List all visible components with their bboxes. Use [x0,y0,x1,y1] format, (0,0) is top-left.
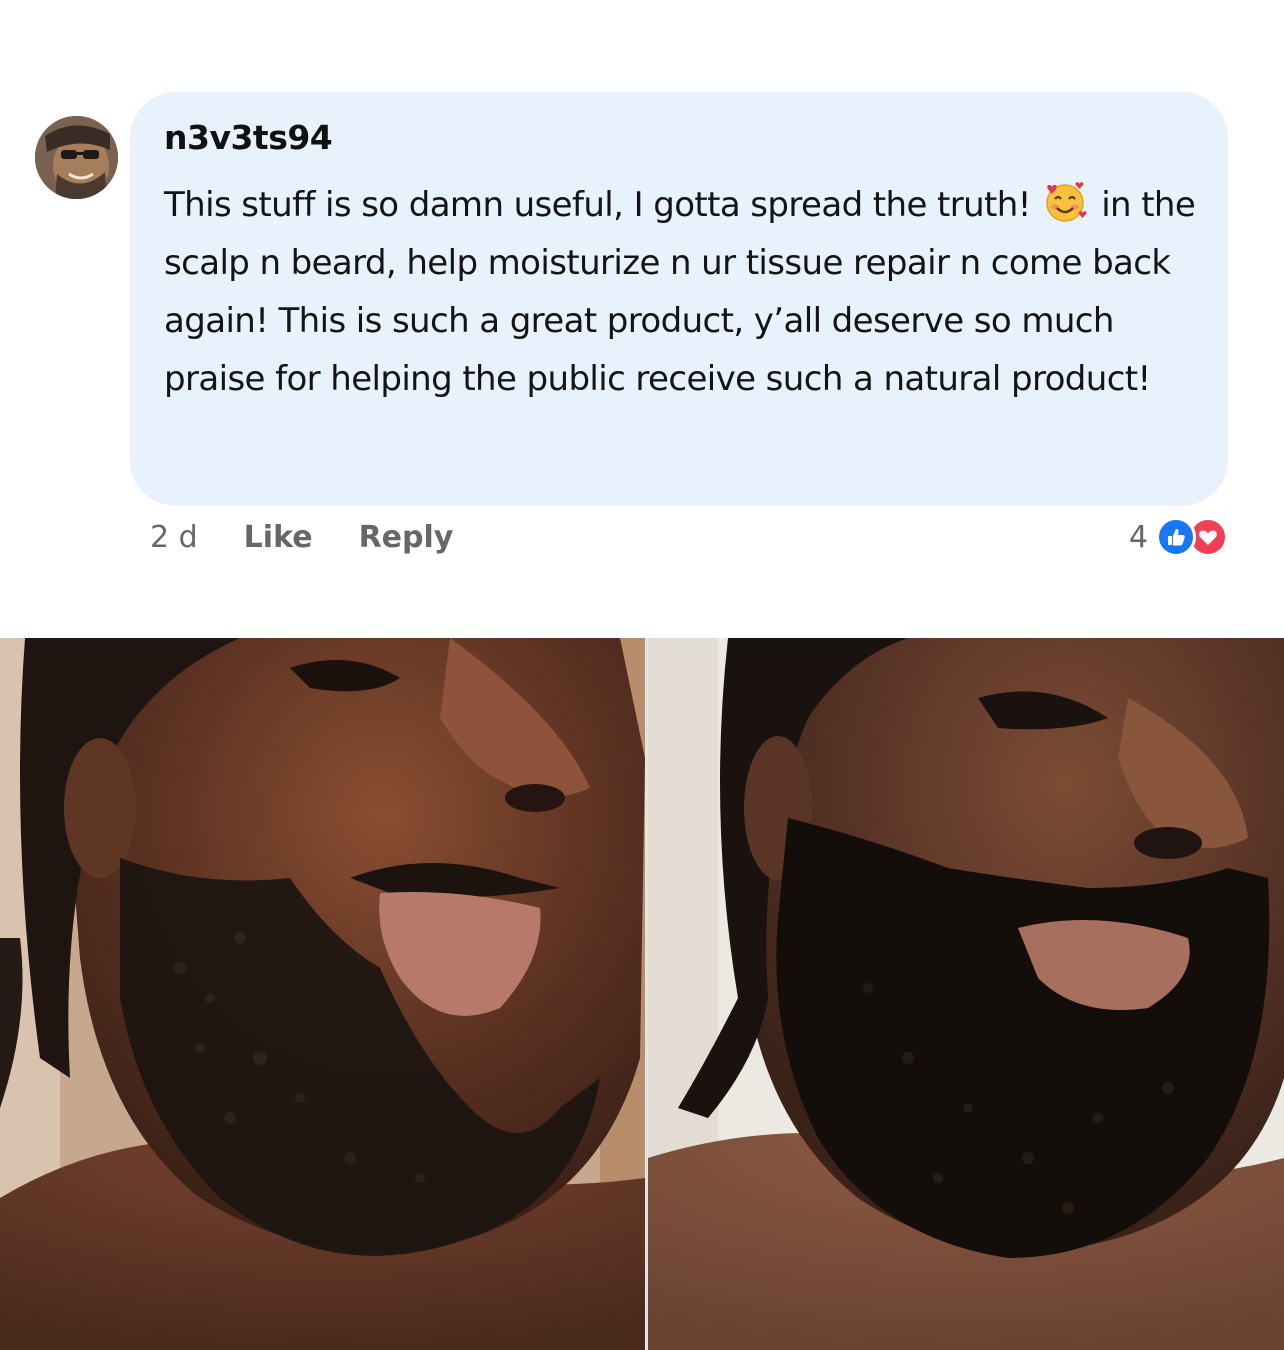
user-avatar[interactable] [35,116,118,199]
comment-bubble: n3v3ts94 This stuff is so damn useful, I… [130,92,1228,506]
comment-timestamp: 2 d [150,519,198,555]
avatar-image [35,116,118,199]
comment-text-part1: This stuff is so damn useful, I gotta sp… [164,185,1031,225]
beard-after-photo-icon [648,638,1284,1350]
reply-button[interactable]: Reply [359,520,454,555]
comment-actions: 2 d Like Reply [150,514,453,560]
reactions-summary[interactable]: 4 [1129,514,1228,560]
smiling-face-with-hearts-icon [1046,182,1087,222]
comment-section: n3v3ts94 This stuff is so damn useful, I… [0,0,1284,638]
after-photo[interactable] [648,638,1284,1350]
reaction-count: 4 [1128,519,1148,555]
comment-username[interactable]: n3v3ts94 [164,118,333,157]
comment-text: This stuff is so damn useful, I gotta sp… [164,176,1204,408]
beard-before-photo-icon [0,638,645,1350]
before-after-photos [0,638,1284,1350]
before-photo[interactable] [0,638,645,1350]
like-icon [1156,517,1196,557]
like-button[interactable]: Like [244,520,313,555]
